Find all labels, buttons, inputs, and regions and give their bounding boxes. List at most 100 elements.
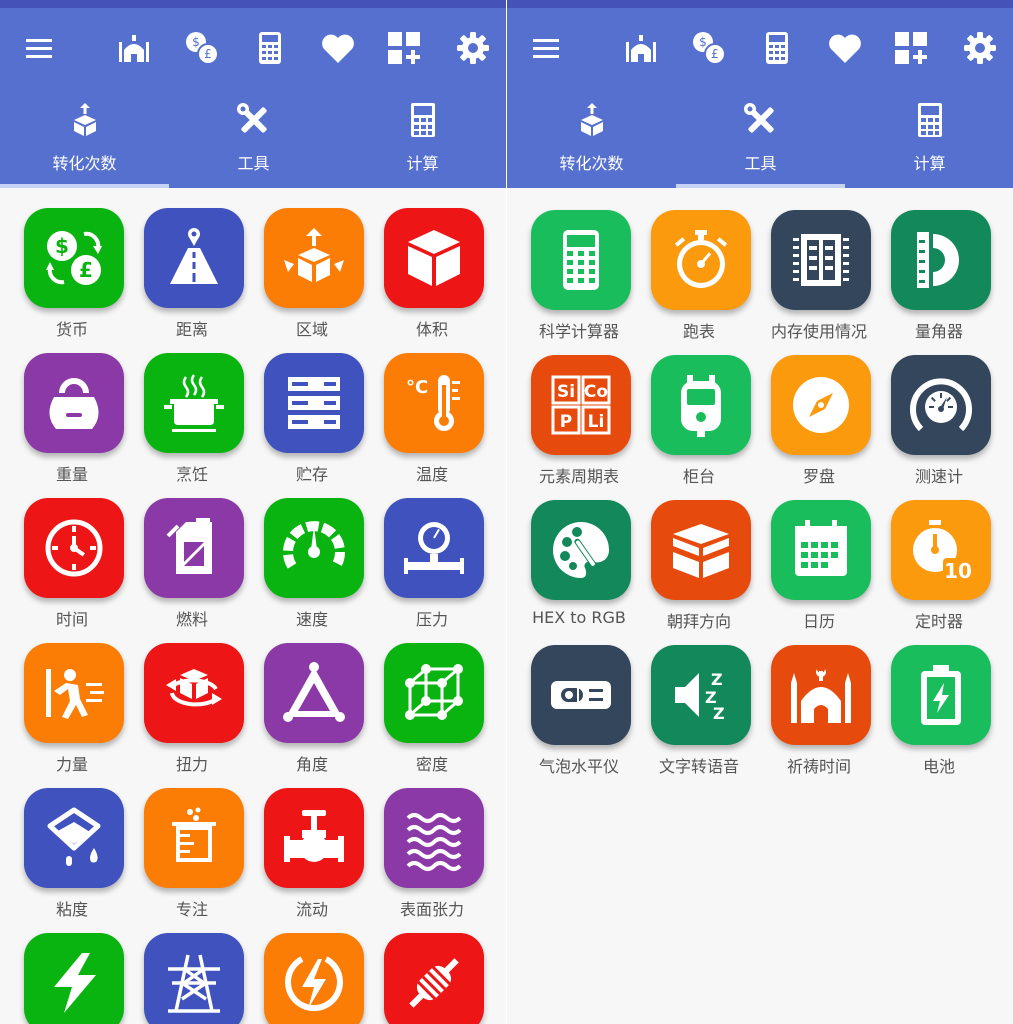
calculator-icon[interactable] xyxy=(757,28,797,68)
add-widget-icon[interactable] xyxy=(891,28,931,68)
gear-icon[interactable] xyxy=(960,28,1000,68)
tab-calculate[interactable]: 计算 xyxy=(338,88,506,188)
status-bar xyxy=(507,0,1013,8)
tile-density[interactable]: 密度 xyxy=(372,623,492,774)
tab-tools[interactable]: 工具 xyxy=(169,88,338,188)
tile-hex-to-rgb[interactable]: HEX to RGB xyxy=(519,480,639,627)
area-icon xyxy=(264,208,364,308)
protractor-icon xyxy=(891,210,991,310)
tools-screen: $ £ 转化次数 工具 计算 科学计算器 跑表 内存使用情况 量角器 Si Co P L… xyxy=(507,0,1013,1024)
tile-temperature[interactable]: °C 温度 xyxy=(372,333,492,484)
tile-memory-usage[interactable]: 内存使用情况 xyxy=(759,190,879,341)
compass-icon xyxy=(771,355,871,455)
tile-cooking[interactable]: 烹饪 xyxy=(132,333,252,484)
menu-icon[interactable] xyxy=(19,28,59,68)
add-widget-icon[interactable] xyxy=(384,28,424,68)
tab-calculate[interactable]: 计算 xyxy=(845,88,1013,188)
currency-icon: $ £ xyxy=(24,208,124,308)
cube-icon xyxy=(384,208,484,308)
sleep-glyph: Z xyxy=(713,704,725,723)
speaker-icon: ZZZ xyxy=(651,645,751,745)
tile-pressure[interactable]: 压力 xyxy=(372,478,492,629)
mosque-icon[interactable] xyxy=(621,28,661,68)
tile-compass[interactable]: 罗盘 xyxy=(759,335,879,486)
storage-icon xyxy=(264,353,364,453)
tile-electric-4[interactable] xyxy=(372,913,492,1024)
tile-protractor[interactable]: 量角器 xyxy=(879,190,999,341)
currency-exchange-icon[interactable]: $ £ xyxy=(182,28,222,68)
power-circle-icon xyxy=(264,933,364,1024)
currency-exchange-icon[interactable]: $ £ xyxy=(689,28,729,68)
element-symbol: Li xyxy=(588,412,605,432)
tile-text-to-speech[interactable]: Z Z Z 文字转语音 xyxy=(639,625,759,776)
tile-electric-1[interactable] xyxy=(12,913,132,1024)
tile-scientific-calculator[interactable]: 科学计算器 xyxy=(519,190,639,341)
tab-conversions[interactable]: 转化次数 xyxy=(0,88,169,188)
tab-conversions[interactable]: 转化次数 xyxy=(507,88,676,188)
tile-storage[interactable]: 贮存 xyxy=(252,333,372,484)
status-bar xyxy=(0,0,506,8)
resistor-icon xyxy=(384,933,484,1024)
tile-flow[interactable]: 流动 xyxy=(252,768,372,919)
mosque-icon[interactable] xyxy=(114,28,154,68)
tile-viscosity[interactable]: 粘度 xyxy=(12,768,132,919)
tab-label: 计算 xyxy=(913,154,946,173)
tile-force[interactable]: 力量 xyxy=(12,623,132,774)
tile-qibla-direction[interactable]: 朝拜方向 xyxy=(639,480,759,631)
tile-volume[interactable]: 体积 xyxy=(372,188,492,339)
svg-text:$: $ xyxy=(699,35,707,49)
menu-icon[interactable] xyxy=(526,28,566,68)
tile-prayer-times[interactable]: 祈祷时间 xyxy=(759,625,879,776)
tile-weight[interactable]: 重量 xyxy=(12,333,132,484)
tab-bar: 转化次数 工具 计算 xyxy=(507,88,1013,188)
tile-calendar[interactable]: 日历 xyxy=(759,480,879,631)
tile-timer[interactable]: 10 定时器 xyxy=(879,480,999,631)
tile-distance[interactable]: 距离 xyxy=(132,188,252,339)
tile-speedometer[interactable]: 测速计 xyxy=(879,335,999,486)
torque-icon xyxy=(144,643,244,743)
tile-area[interactable]: 区域 xyxy=(252,188,372,339)
tile-currency[interactable]: $ £ 货币 xyxy=(12,188,132,339)
tile-electric-3[interactable] xyxy=(252,913,372,1024)
convert-icon xyxy=(0,100,169,140)
tile-battery[interactable]: 电池 xyxy=(879,625,999,776)
tab-label: 转化次数 xyxy=(52,154,117,173)
tools-icon xyxy=(676,100,845,140)
palette-icon xyxy=(531,500,631,600)
element-symbol: Co xyxy=(584,382,608,402)
gear-icon[interactable] xyxy=(453,28,493,68)
tile-bubble-level[interactable]: 气泡水平仪 xyxy=(519,625,639,776)
tools-grid: 科学计算器 跑表 内存使用情况 量角器 Si Co P Li 元素周期表 柜台 罗盘 测… xyxy=(507,188,1013,1024)
tile-periodic-table[interactable]: Si Co P Li 元素周期表 xyxy=(519,335,639,486)
tile-fuel[interactable]: 燃料 xyxy=(132,478,252,629)
valve-icon xyxy=(264,788,364,888)
tile-concentration[interactable]: 专注 xyxy=(132,768,252,919)
tile-torque[interactable]: 扭力 xyxy=(132,623,252,774)
svg-text:$: $ xyxy=(192,35,200,49)
tile-electric-2[interactable] xyxy=(132,913,252,1024)
svg-text:°C: °C xyxy=(406,377,428,398)
heart-icon[interactable] xyxy=(825,28,865,68)
tile-surface-tension[interactable]: 表面张力 xyxy=(372,768,492,919)
tile-counter[interactable]: 柜台 xyxy=(639,335,759,486)
tile-time[interactable]: 时间 xyxy=(12,478,132,629)
element-symbol: P xyxy=(560,412,572,432)
kaaba-icon xyxy=(651,500,751,600)
sleep-glyph: Z xyxy=(711,670,723,689)
calendar-icon xyxy=(771,500,871,600)
app-toolbar: $ £ xyxy=(0,8,506,88)
heart-icon[interactable] xyxy=(318,28,358,68)
tile-stopwatch[interactable]: 跑表 xyxy=(639,190,759,341)
tile-speed[interactable]: 速度 xyxy=(252,478,372,629)
bubble-level-icon xyxy=(531,645,631,745)
svg-text:£: £ xyxy=(711,47,719,61)
triangle-angle-icon xyxy=(264,643,364,743)
lightning-icon xyxy=(24,933,124,1024)
calculator-icon xyxy=(338,100,506,140)
element-symbol: Si xyxy=(557,382,575,402)
density-cube-icon xyxy=(384,643,484,743)
tab-tools[interactable]: 工具 xyxy=(676,88,845,188)
beaker-icon xyxy=(144,788,244,888)
tile-angle[interactable]: 角度 xyxy=(252,623,372,774)
calculator-icon[interactable] xyxy=(250,28,290,68)
